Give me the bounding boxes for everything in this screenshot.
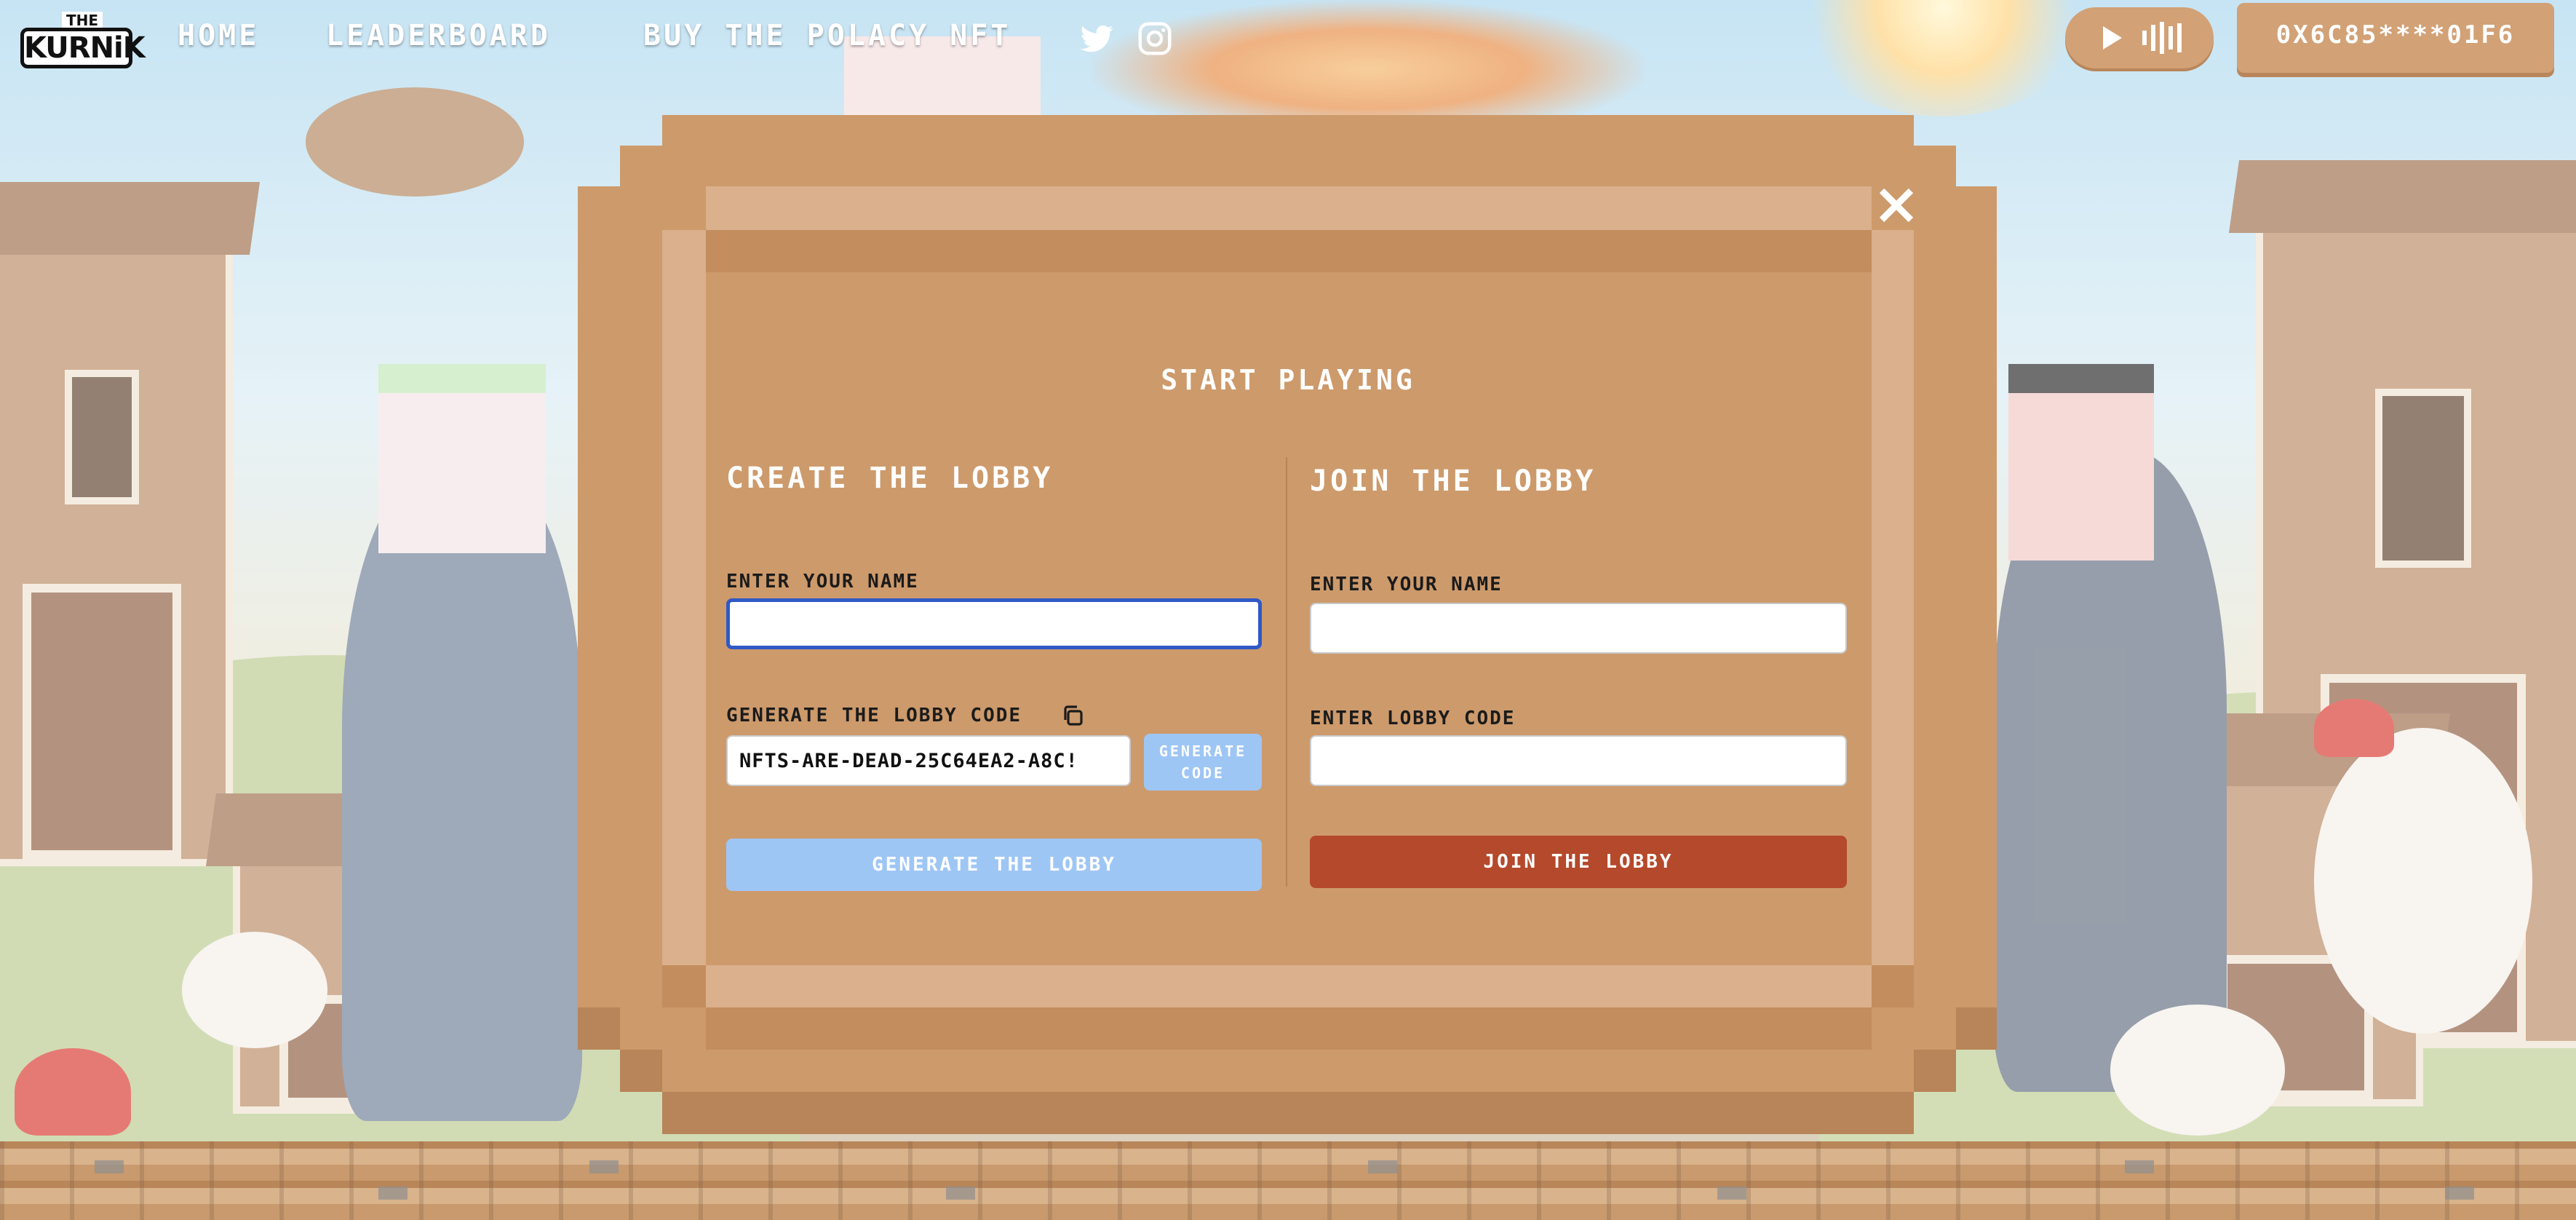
top-navbar: THE KURNiK HOME LEADERBOARD BUY THE POLA…	[0, 0, 2576, 80]
volume-bars-icon	[2142, 22, 2182, 54]
logo-top-text: THE	[62, 12, 103, 29]
nav-home-link[interactable]: HOME	[178, 19, 259, 52]
nav-leaderboard-link[interactable]: LEADERBOARD	[326, 19, 551, 52]
generate-code-label: GENERATE THE LOBBY CODE	[726, 705, 1022, 726]
instagram-icon[interactable]	[1135, 19, 1174, 58]
play-icon	[2103, 26, 2122, 49]
join-lobby-heading: JOIN THE LOBBY	[1310, 464, 1597, 498]
create-lobby-heading: CREATE THE LOBBY	[726, 462, 1054, 495]
generate-code-button[interactable]: GENERATE CODE	[1144, 734, 1262, 791]
generate-code-button-line1: GENERATE	[1158, 742, 1247, 760]
lobby-code-label: ENTER LOBBY CODE	[1310, 708, 1516, 729]
site-logo[interactable]: THE KURNiK	[20, 12, 146, 68]
twitter-icon[interactable]	[1077, 19, 1116, 58]
join-name-label: ENTER YOUR NAME	[1310, 574, 1503, 595]
create-name-label: ENTER YOUR NAME	[726, 571, 919, 593]
audio-toggle-button[interactable]	[2065, 7, 2214, 68]
generate-lobby-button[interactable]: GENERATE THE LOBBY	[726, 839, 1262, 891]
modal-title: START PLAYING	[1161, 364, 1415, 396]
lobby-code-field[interactable]	[726, 735, 1131, 786]
join-lobby-button[interactable]: JOIN THE LOBBY	[1310, 836, 1847, 888]
logo-main-text: KURNiK	[20, 28, 146, 68]
lobby-code-input[interactable]	[1310, 735, 1847, 786]
generate-code-button-line2: CODE	[1180, 764, 1225, 782]
copy-icon[interactable]	[1061, 704, 1084, 727]
create-name-input[interactable]	[726, 598, 1262, 649]
join-name-input[interactable]	[1310, 603, 1847, 654]
nav-buy-nft-link[interactable]: BUY THE POLACY NFT	[643, 19, 1011, 52]
wallet-address-button[interactable]: 0X6C85****01F6	[2237, 3, 2554, 73]
close-icon[interactable]	[1876, 185, 1917, 226]
brick-floor	[0, 1141, 2576, 1220]
column-divider	[1286, 457, 1287, 887]
